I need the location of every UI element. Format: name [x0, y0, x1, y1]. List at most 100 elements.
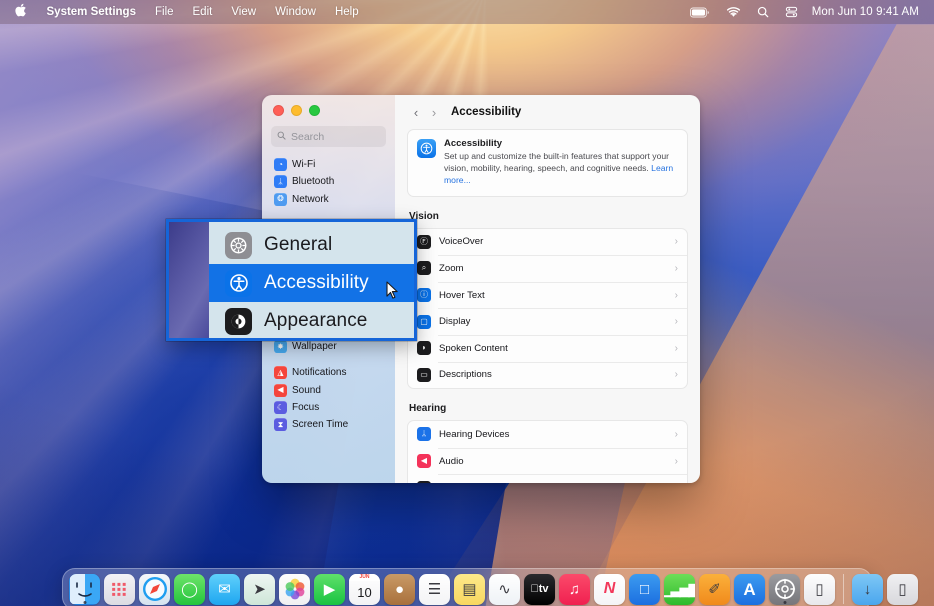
minimize-button[interactable]: [291, 105, 302, 116]
zoom-button[interactable]: [309, 105, 320, 116]
dock-item-reminders[interactable]: ☰: [419, 574, 450, 605]
control-center-icon[interactable]: [777, 6, 806, 18]
dock-item-calendar[interactable]: JUN10: [349, 574, 380, 605]
calendar-icon: JUN10: [349, 574, 380, 605]
dock-item-app-store[interactable]: A: [734, 574, 765, 605]
dock-item-contacts[interactable]: ●: [384, 574, 415, 605]
section-title-hearing: Hearing: [409, 403, 688, 414]
section-card-hearing: ᛦHearing Devices›◀Audio›▭Captions›: [407, 420, 688, 483]
zoom-overlay-item-appearance[interactable]: Appearance: [209, 302, 414, 340]
dock-item-launchpad[interactable]: ▪▪▪▪▪▪▪▪▪: [104, 574, 135, 605]
sidebar-item-sound[interactable]: ◀Sound: [269, 382, 388, 399]
settings-row-voiceover[interactable]: ⒻVoiceOver›: [408, 229, 687, 256]
close-button[interactable]: [273, 105, 284, 116]
dock-item-news[interactable]: N: [594, 574, 625, 605]
zoom-overlay-item-label: Appearance: [264, 310, 367, 332]
captions-icon: ▭: [417, 481, 431, 483]
wallpaper-icon: ✸: [274, 340, 287, 353]
settings-row-descriptions[interactable]: ▭Descriptions›: [408, 362, 687, 389]
chevron-right-icon: ›: [675, 290, 678, 301]
dock-item-finder[interactable]: [69, 574, 100, 605]
zoom-overlay-wallpaper-strip: [169, 222, 209, 338]
sidebar-item-screen-time[interactable]: ⧗Screen Time: [269, 416, 388, 433]
iphone-mirroring-icon: ▯: [804, 574, 835, 605]
dock-item-system-settings[interactable]: [769, 574, 800, 605]
accessibility-icon: [417, 139, 436, 158]
accessibility-icon: [225, 270, 252, 297]
banner-description: Set up and customize the built-in featur…: [444, 151, 678, 187]
gear-icon: [225, 232, 252, 259]
search-icon: [277, 131, 286, 143]
pages-icon: ✐: [699, 574, 730, 605]
back-button[interactable]: ‹: [407, 105, 425, 120]
chevron-right-icon: ›: [675, 369, 678, 380]
sidebar-search-field[interactable]: Search: [271, 126, 386, 147]
content-scroll-area[interactable]: Accessibility Set up and customize the b…: [395, 129, 700, 483]
dock-separator: [843, 574, 844, 604]
wifi-icon: ◔: [274, 158, 287, 171]
settings-row-audio[interactable]: ◀Audio›: [408, 448, 687, 475]
dock-item-numbers[interactable]: ▁▃▅▇: [664, 574, 695, 605]
settings-row-zoom[interactable]: ⌕Zoom›: [408, 255, 687, 282]
banner-title: Accessibility: [444, 138, 678, 149]
battery-icon[interactable]: [682, 7, 718, 18]
zoom-overlay-item-accessibility[interactable]: Accessibility: [209, 264, 414, 302]
sidebar-item-wi-fi[interactable]: ◔Wi-Fi: [269, 156, 388, 173]
dock-item-photos[interactable]: [279, 574, 310, 605]
hover-text-icon: ⓘ: [417, 288, 431, 302]
menu-item-file[interactable]: File: [145, 0, 183, 24]
sidebar-item-focus[interactable]: ☾Focus: [269, 399, 388, 416]
sidebar-item-bluetooth[interactable]: ᛦBluetooth: [269, 173, 388, 190]
menu-bar-clock[interactable]: Mon Jun 10 9:41 AM: [806, 6, 923, 18]
settings-row-spoken-content[interactable]: ◗Spoken Content›: [408, 335, 687, 362]
dock-item-safari[interactable]: [139, 574, 170, 605]
mail-icon: ✉: [209, 574, 240, 605]
menu-item-window[interactable]: Window: [266, 0, 326, 24]
dock-item-music[interactable]: ♫: [559, 574, 590, 605]
maps-icon: ➤: [244, 574, 275, 605]
dock-item-keynote[interactable]: □: [629, 574, 660, 605]
zoom-icon: ⌕: [417, 261, 431, 275]
settings-row-hover-text[interactable]: ⓘHover Text›: [408, 282, 687, 309]
sidebar-item-label: Focus: [292, 402, 319, 413]
dock-item-trash[interactable]: ▯: [887, 574, 918, 605]
chevron-right-icon: ›: [675, 236, 678, 247]
sidebar-item-label: Notifications: [292, 367, 346, 378]
menu-item-help[interactable]: Help: [325, 0, 368, 24]
dock-item-pages[interactable]: ✐: [699, 574, 730, 605]
notes-icon: ▤: [454, 574, 485, 605]
settings-row-label: Descriptions: [439, 369, 492, 380]
settings-row-captions[interactable]: ▭Captions›: [408, 474, 687, 483]
dock-item-notes[interactable]: ▤: [454, 574, 485, 605]
dock-item-downloads-folder[interactable]: ↓: [852, 574, 883, 605]
wifi-icon[interactable]: [718, 7, 749, 18]
menu-item-edit[interactable]: Edit: [183, 0, 222, 24]
facetime-icon: ▶: [314, 574, 345, 605]
sidebar-item-notifications[interactable]: ◮Notifications: [269, 364, 388, 381]
settings-row-display[interactable]: ▢Display›: [408, 308, 687, 335]
settings-row-hearing-devices[interactable]: ᛦHearing Devices›: [408, 421, 687, 448]
settings-row-label: VoiceOver: [439, 236, 483, 247]
dock-item-maps[interactable]: ➤: [244, 574, 275, 605]
forward-button[interactable]: ›: [425, 105, 443, 120]
dock-item-iphone-mirroring[interactable]: ▯: [804, 574, 835, 605]
sidebar-item-network[interactable]: ❂Network: [269, 191, 388, 208]
menu-app-name[interactable]: System Settings: [37, 0, 145, 24]
dock-item-facetime[interactable]: ▶: [314, 574, 345, 605]
dock-item-freeform[interactable]: ∿: [489, 574, 520, 605]
accessibility-info-banner: Accessibility Set up and customize the b…: [407, 129, 688, 197]
page-title: Accessibility: [451, 106, 521, 118]
messages-icon: ◯: [174, 574, 205, 605]
freeform-icon: ∿: [489, 574, 520, 605]
search-icon[interactable]: [749, 6, 777, 18]
menu-item-view[interactable]: View: [222, 0, 266, 24]
apple-menu-icon[interactable]: [9, 0, 37, 24]
settings-row-label: Spoken Content: [439, 343, 508, 354]
dock-item-mail[interactable]: ✉: [209, 574, 240, 605]
dock-item-messages[interactable]: ◯: [174, 574, 205, 605]
zoom-overlay-item-general[interactable]: General: [209, 226, 414, 264]
dock-item-apple-tv[interactable]: tv: [524, 574, 555, 605]
screen-zoom-overlay: General Accessibility Appearance: [166, 219, 417, 341]
settings-content-pane: ‹ › Accessibility Accessibility: [395, 95, 700, 483]
zoom-overlay-item-label: General: [264, 234, 332, 256]
